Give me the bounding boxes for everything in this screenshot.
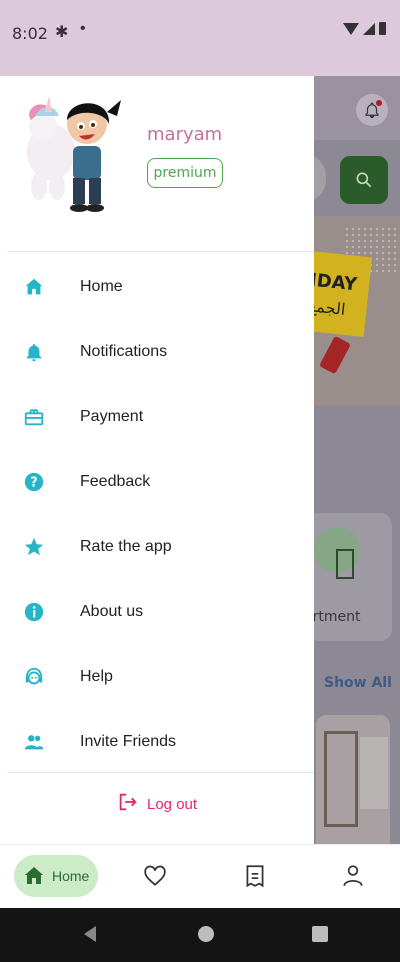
logout-section: Log out [7,772,314,834]
notifications-button[interactable] [356,94,388,126]
menu-label: Rate the app [80,537,172,555]
category-card[interactable]: artment [314,513,392,641]
logout-icon [117,791,139,818]
menu-label: About us [80,602,144,620]
search-input[interactable] [314,154,326,202]
payment-icon [23,406,45,428]
home-icon [23,276,45,298]
drawer-profile-header: maryam premium [7,76,314,252]
info-icon [23,601,45,623]
menu-item-invite-friends[interactable]: Invite Friends [7,709,314,774]
status-time: 8:02 [12,24,48,43]
nav-favorites-button[interactable] [142,863,168,889]
search-icon [356,172,372,188]
status-bar: 8:02 ✱ • [0,0,400,76]
star-icon [23,536,45,558]
drawer-menu: Home Notifications Payment ? Feedback Ra… [7,254,314,774]
listing-photo[interactable] [316,715,390,844]
status-icons [343,22,386,35]
menu-item-home[interactable]: Home [7,254,314,319]
back-icon[interactable] [84,926,96,942]
premium-badge: premium [147,158,223,188]
bottom-navigation: Home [0,844,400,908]
nav-profile-button[interactable] [340,863,366,889]
notification-badge [376,100,382,106]
group-icon [23,731,45,753]
heart-icon [144,865,166,886]
logout-button[interactable]: Log out [117,791,197,818]
home-circle-icon[interactable] [198,926,214,942]
recent-apps-icon[interactable] [312,926,328,942]
menu-item-help[interactable]: Help [7,644,314,709]
menu-label: Home [80,277,123,295]
wifi-icon [343,22,359,35]
menu-label: Invite Friends [80,732,177,750]
bell-icon [23,341,45,363]
menu-item-feedback[interactable]: ? Feedback [7,449,314,514]
menu-item-about-us[interactable]: About us [7,579,314,644]
nav-home-label: Home [52,868,90,884]
menu-item-payment[interactable]: Payment [7,384,314,449]
apartment-icon [314,527,360,579]
avatar [27,96,121,212]
menu-label: Notifications [80,342,168,360]
navigation-drawer: maryam premium Home Notifications Paymen… [7,76,314,844]
menu-label: Help [80,667,113,685]
receipt-icon [246,865,264,888]
banner-text: IDAY [314,269,358,296]
svg-text:?: ? [30,475,37,490]
menu-label: Payment [80,407,144,425]
signal-icon [363,22,375,35]
category-label: artment [314,609,361,625]
menu-item-rate-app[interactable]: Rate the app [7,514,314,579]
menu-item-notifications[interactable]: Notifications [7,319,314,384]
search-button[interactable] [340,156,388,204]
banner-arabic-text: الجمع [314,296,347,319]
home-icon [25,867,43,884]
show-all-link[interactable]: Show All [324,675,392,691]
nav-home-button[interactable]: Home [14,855,98,897]
logout-label: Log out [147,796,198,813]
system-navigation-bar [0,908,400,962]
username: maryam [147,124,223,145]
battery-icon [379,22,386,35]
help-circle-icon: ? [23,471,45,493]
nav-bookings-button[interactable] [242,863,268,889]
notification-dot: • [80,20,86,37]
support-agent-icon [23,666,45,688]
person-icon [343,865,363,887]
background-home-screen: IDAY الجمع artment Show All [314,76,400,844]
menu-label: Feedback [80,472,151,490]
settings-gear-icon: ✱ [55,24,69,41]
